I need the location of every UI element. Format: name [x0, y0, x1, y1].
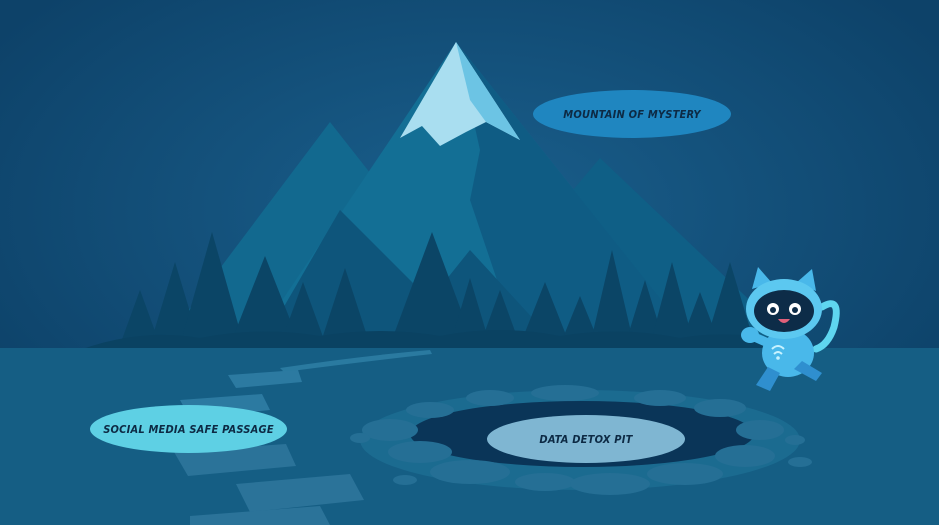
location-data-detox-pit[interactable]: DATA DETOX PIT: [487, 415, 685, 463]
location-mountain-of-mystery[interactable]: MOUNTAIN OF MYSTERY: [533, 90, 731, 138]
location-social-media-safe-passage[interactable]: SOCIAL MEDIA SAFE PASSAGE: [90, 405, 287, 453]
game-map-scene: MOUNTAIN OF MYSTERY SOCIAL MEDIA SAFE PA…: [0, 0, 939, 525]
